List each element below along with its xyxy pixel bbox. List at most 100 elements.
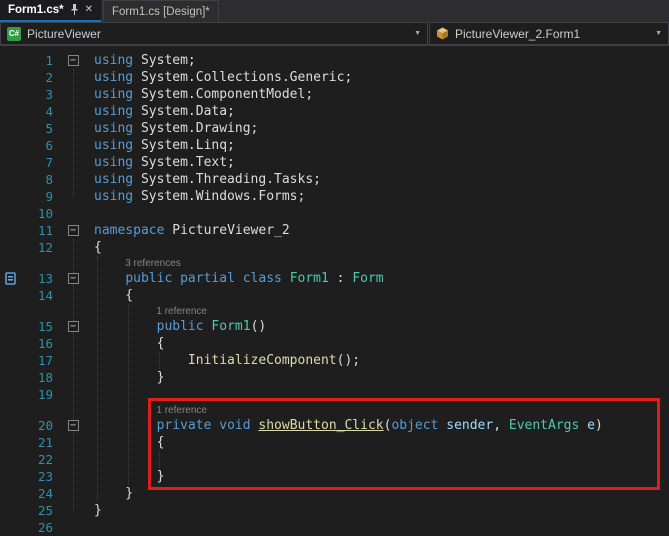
fold-margin[interactable]: − [62,52,84,69]
code-text[interactable]: } [84,485,133,502]
fold-collapse-icon[interactable]: − [68,273,79,284]
code-text[interactable]: { [84,287,133,304]
glyph-margin[interactable] [0,502,20,519]
code-line-24[interactable]: 24 } [0,485,669,502]
code-line-21[interactable]: 21 { [0,434,669,451]
line-number[interactable]: 12 [20,239,62,256]
code-line-6[interactable]: 6using System.Linq; [0,137,669,154]
code-line-7[interactable]: 7using System.Text; [0,154,669,171]
line-number[interactable]: 14 [20,287,62,304]
fold-collapse-icon[interactable]: − [68,420,79,431]
line-number[interactable]: 2 [20,69,62,86]
line-number[interactable]: 5 [20,120,62,137]
line-number[interactable]: 11 [20,222,62,239]
code-text[interactable]: using System.Drawing; [84,120,258,137]
pin-icon[interactable] [70,4,79,16]
code-text[interactable]: } [84,468,164,485]
code-line-15[interactable]: 15− public Form1() [0,318,669,335]
fold-collapse-icon[interactable]: − [68,321,79,332]
codelens-label[interactable]: 1 reference [84,403,207,417]
code-text[interactable]: using System.Threading.Tasks; [84,171,321,188]
line-number[interactable]: 3 [20,86,62,103]
line-number[interactable]: 24 [20,485,62,502]
code-text[interactable]: private void showButton_Click(object sen… [84,417,603,434]
line-number[interactable]: 19 [20,386,62,403]
code-text[interactable] [84,451,94,468]
tab-form1-cs-design[interactable]: Form1.cs [Design]* [103,0,219,22]
line-number[interactable]: 18 [20,369,62,386]
glyph-margin[interactable] [0,69,20,86]
code-line-26[interactable]: 26 [0,519,669,536]
glyph-margin[interactable] [0,239,20,256]
close-icon[interactable]: ✕ [85,5,93,15]
codelens-row[interactable]: 1 reference [0,304,669,318]
fold-collapse-icon[interactable]: − [68,225,79,236]
code-line-14[interactable]: 14 { [0,287,669,304]
tab-form1-cs[interactable]: Form1.cs* ✕ [0,0,101,22]
code-line-20[interactable]: 20− private void showButton_Click(object… [0,417,669,434]
code-text[interactable]: namespace PictureViewer_2 [84,222,290,239]
code-line-9[interactable]: 9 using System.Windows.Forms; [0,188,669,205]
glyph-margin[interactable] [0,154,20,171]
codelens-label[interactable]: 1 reference [84,304,207,318]
glyph-margin[interactable] [0,468,20,485]
code-text[interactable]: } [84,502,102,519]
code-text[interactable]: public Form1() [84,318,266,335]
glyph-margin[interactable] [0,352,20,369]
line-number[interactable] [20,256,62,270]
line-number[interactable]: 8 [20,171,62,188]
line-number[interactable]: 7 [20,154,62,171]
margin-glyph-icon[interactable] [0,270,20,287]
code-text[interactable]: using System.Collections.Generic; [84,69,352,86]
glyph-margin[interactable] [0,103,20,120]
code-text[interactable]: using System.Windows.Forms; [84,188,305,205]
glyph-margin[interactable] [0,52,20,69]
project-dropdown[interactable]: C# PictureViewer ▼ [0,22,428,45]
code-text[interactable]: { [84,239,102,256]
line-number[interactable]: 10 [20,205,62,222]
fold-margin[interactable]: − [62,318,84,335]
glyph-margin[interactable] [0,485,20,502]
code-text[interactable]: using System.ComponentModel; [84,86,313,103]
glyph-margin[interactable] [0,434,20,451]
code-text[interactable]: using System; [84,52,196,69]
code-line-18[interactable]: 18 } [0,369,669,386]
line-number[interactable]: 15 [20,318,62,335]
line-number[interactable] [20,403,62,417]
code-line-22[interactable]: 22 [0,451,669,468]
line-number[interactable]: 4 [20,103,62,120]
glyph-margin[interactable] [0,222,20,239]
code-line-12[interactable]: 12 { [0,239,669,256]
fold-margin[interactable]: − [62,270,84,287]
glyph-margin[interactable] [0,86,20,103]
line-number[interactable] [20,304,62,318]
code-line-17[interactable]: 17 InitializeComponent(); [0,352,669,369]
code-text[interactable]: InitializeComponent(); [84,352,360,369]
code-line-19[interactable]: 19 [0,386,669,403]
glyph-margin[interactable] [0,335,20,352]
line-number[interactable]: 17 [20,352,62,369]
glyph-margin[interactable] [0,451,20,468]
line-number[interactable]: 9 [20,188,62,205]
glyph-margin[interactable] [0,188,20,205]
code-line-5[interactable]: 5 using System.Drawing; [0,120,669,137]
glyph-margin[interactable] [0,318,20,335]
code-line-2[interactable]: 2 using System.Collections.Generic; [0,69,669,86]
code-text[interactable] [84,519,94,536]
line-number[interactable]: 20 [20,417,62,434]
glyph-margin[interactable] [0,519,20,536]
code-text[interactable]: public partial class Form1 : Form [84,270,384,287]
line-number[interactable]: 1 [20,52,62,69]
code-line-3[interactable]: 3 using System.ComponentModel; [0,86,669,103]
line-number[interactable]: 25 [20,502,62,519]
code-text[interactable]: { [84,434,164,451]
glyph-margin[interactable] [0,386,20,403]
code-line-10[interactable]: 10 [0,205,669,222]
line-number[interactable]: 22 [20,451,62,468]
glyph-margin[interactable] [0,304,20,318]
glyph-margin[interactable] [0,120,20,137]
glyph-margin[interactable] [0,205,20,222]
fold-margin[interactable]: − [62,417,84,434]
glyph-margin[interactable] [0,403,20,417]
codelens-row[interactable]: 1 reference [0,403,669,417]
